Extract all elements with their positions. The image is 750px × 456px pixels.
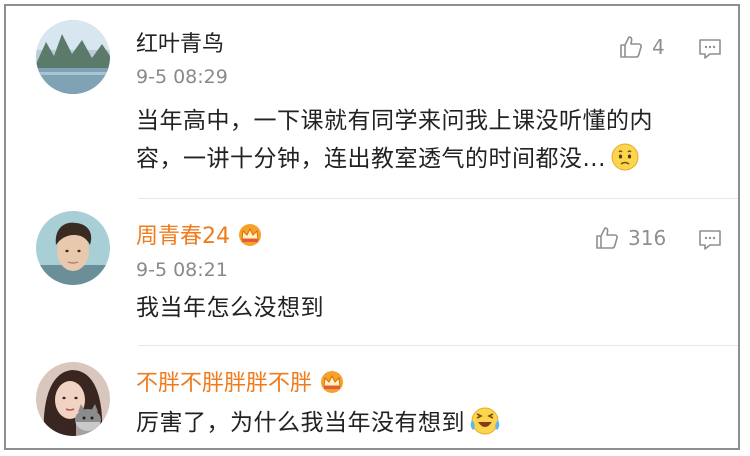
like-button[interactable]: 316 xyxy=(594,225,666,251)
comment-item: 红叶青鸟 9-5 08:29 4 当年高中，一下课就有同学来问我上课没听懂的内 … xyxy=(6,6,738,196)
comment-text: 当年高中，一下课就有同学来问我上课没听懂的内 容，一讲十分钟，连出教室透气的时间… xyxy=(136,102,736,184)
avatar[interactable] xyxy=(36,20,110,94)
comment-item: 不胖不胖胖胖不胖 厉害了，为什么我当年没有想到 xyxy=(6,346,738,448)
comment-icon xyxy=(699,39,721,59)
crown-badge-icon xyxy=(236,223,264,254)
reply-button[interactable] xyxy=(698,229,722,255)
comment-item: 周青春24 9-5 08:21 316 我当年怎么没想到 xyxy=(6,199,738,349)
username-text: 周青春24 xyxy=(136,224,230,249)
comment-text-line: 容，一讲十分钟，连出教室透气的时间都没... xyxy=(136,140,736,184)
comment-text-content: 厉害了，为什么我当年没有想到 xyxy=(136,410,465,436)
comment-text: 我当年怎么没想到 xyxy=(136,295,324,321)
avatar[interactable] xyxy=(36,362,110,436)
thumbs-up-icon xyxy=(596,227,618,249)
thumbs-up-icon xyxy=(620,36,642,58)
timestamp: 9-5 08:21 xyxy=(136,259,228,281)
username-text: 不胖不胖胖胖不胖 xyxy=(136,371,313,396)
like-button[interactable]: 4 xyxy=(618,34,665,60)
timestamp: 9-5 08:29 xyxy=(136,66,228,88)
comment-icon xyxy=(699,230,721,250)
comment-text-line-content: 容，一讲十分钟，连出教室透气的时间都没... xyxy=(136,146,606,172)
username[interactable]: 不胖不胖胖胖不胖 xyxy=(136,370,346,401)
crown-badge-icon xyxy=(318,370,346,401)
comment-text: 厉害了，为什么我当年没有想到 xyxy=(136,404,736,448)
username[interactable]: 红叶青鸟 xyxy=(136,32,224,58)
like-count: 316 xyxy=(628,226,667,250)
avatar[interactable] xyxy=(36,211,110,285)
comment-list: 红叶青鸟 9-5 08:29 4 当年高中，一下课就有同学来问我上课没听懂的内 … xyxy=(4,4,740,450)
comment-text-line: 当年高中，一下课就有同学来问我上课没听懂的内 xyxy=(136,108,653,134)
username[interactable]: 周青春24 xyxy=(136,223,264,254)
like-count: 4 xyxy=(652,35,665,59)
reply-button[interactable] xyxy=(698,38,722,64)
laughing-tears-emoji-icon xyxy=(469,406,501,448)
sad-face-emoji-icon xyxy=(610,142,640,184)
